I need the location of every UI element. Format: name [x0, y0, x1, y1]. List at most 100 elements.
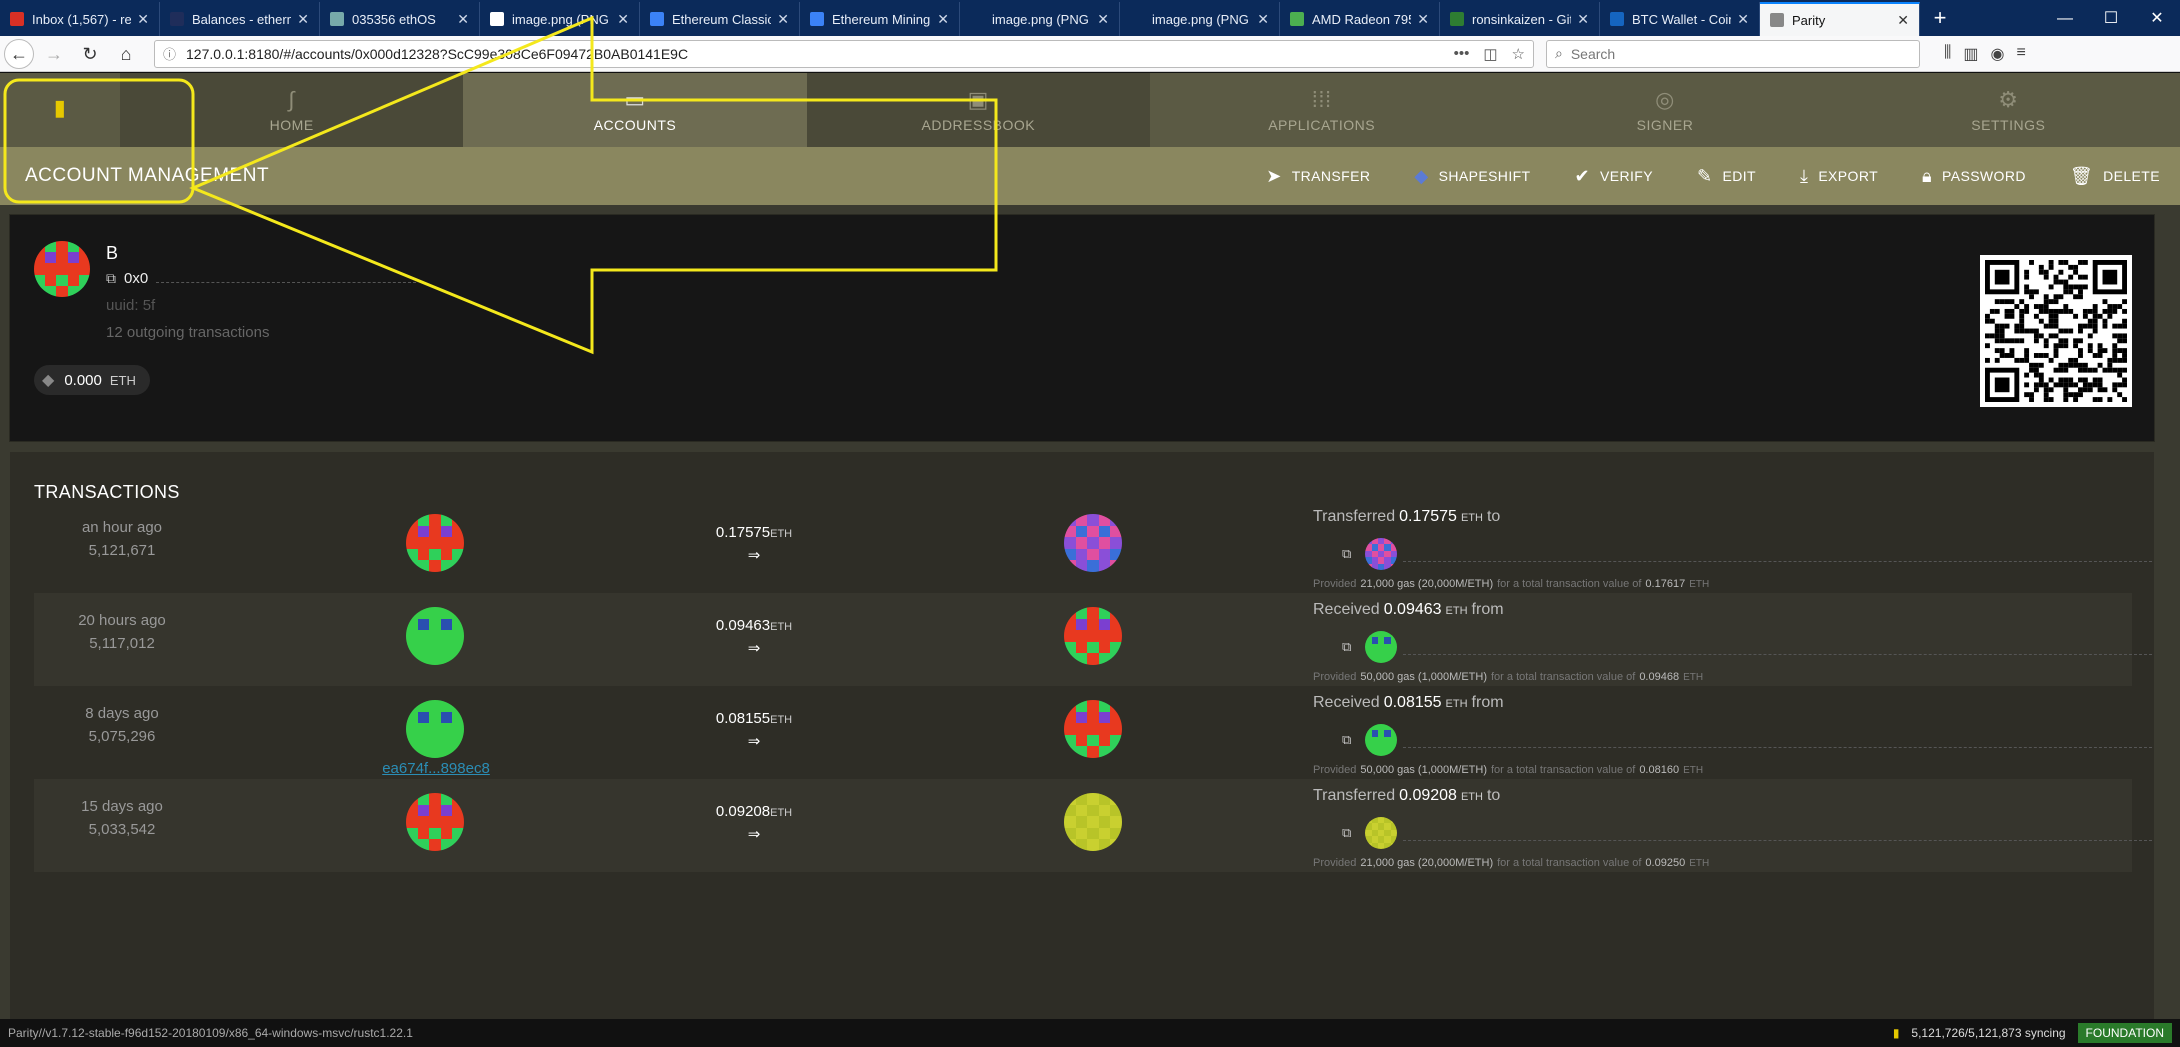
home-icon[interactable]: ⌂ [110, 38, 142, 70]
browser-tab[interactable]: Ethereum Classic (✕ [640, 2, 800, 36]
tx-to-avatar[interactable] [1064, 700, 1122, 758]
tx-from-avatar[interactable] [406, 514, 464, 572]
close-tab-icon[interactable]: ✕ [1097, 11, 1109, 28]
close-tab-icon[interactable]: ✕ [1897, 12, 1909, 29]
copy-icon[interactable]: ⧉ [106, 270, 116, 287]
password-button[interactable]: 🔒︎ PASSWORD [1922, 166, 2026, 187]
close-tab-icon[interactable]: ✕ [1737, 11, 1749, 28]
delete-button[interactable]: 🗑︎ DELETE [2070, 166, 2160, 187]
nav-applications[interactable]: ⁞⁞⁞ APPLICATIONS [1150, 73, 1493, 147]
qr-module [2019, 357, 2025, 363]
gas-amount: 50,000 gas (1,000M/ETH) [1360, 671, 1487, 683]
minimize-icon[interactable]: — [2042, 2, 2088, 36]
page-actions-icon[interactable]: ••• [1454, 45, 1470, 62]
shapeshift-label: SHAPESHIFT [1438, 168, 1531, 184]
nav-accounts[interactable]: ▭ ACCOUNTS [463, 73, 807, 147]
url-bar[interactable]: ⓘ 127.0.0.1:8180/#/accounts/0x000d12328?… [154, 39, 1534, 68]
qr-module [2122, 338, 2127, 344]
copy-icon[interactable]: ⧉ [1342, 639, 1351, 655]
avatar-pixel [34, 263, 46, 275]
shapeshift-button[interactable]: ◆ SHAPESHIFT [1414, 166, 1530, 187]
url-text[interactable]: 127.0.0.1:8180/#/accounts/0x000d12328?Sc… [186, 46, 1440, 62]
tx-from-avatar[interactable] [406, 700, 464, 758]
browser-tab[interactable]: Ethereum Mining F ✕ [800, 2, 960, 36]
tx-to-avatar[interactable] [1064, 793, 1122, 851]
qr-module [2058, 338, 2064, 344]
browser-tab[interactable]: image.png (PNG Image ✕ [960, 2, 1120, 36]
close-window-icon[interactable]: ✕ [2134, 2, 2180, 36]
tx-from-avatar[interactable] [406, 793, 464, 851]
edit-button[interactable]: ✎ EDIT [1697, 166, 1756, 187]
close-tab-icon[interactable]: ✕ [937, 11, 949, 28]
browser-tab[interactable]: image.png (PNG Image ✕ [1120, 2, 1280, 36]
qr-module [2112, 367, 2118, 373]
forward-icon[interactable]: → [38, 38, 70, 70]
close-tab-icon[interactable]: ✕ [777, 11, 789, 28]
avatar-pixel [452, 560, 464, 572]
qr-module [1994, 299, 2000, 305]
browser-tab[interactable]: image.png (PNG Im ✕ [480, 2, 640, 36]
tx-hash-link[interactable]: ea674f...898ec8 [374, 760, 498, 777]
copy-icon[interactable]: ⧉ [1342, 546, 1351, 562]
close-tab-icon[interactable]: ✕ [1417, 11, 1429, 28]
qr-module [1985, 333, 1990, 339]
maximize-icon[interactable]: ☐ [2088, 2, 2134, 36]
close-tab-icon[interactable]: ✕ [617, 11, 629, 28]
export-button[interactable]: ⤓ EXPORT [1800, 166, 1878, 187]
browser-tab[interactable]: BTC Wallet - Coinb ✕ [1600, 2, 1760, 36]
browser-tab[interactable]: Parity ✕ [1760, 2, 1920, 36]
verify-button[interactable]: ✔ VERIFY [1575, 166, 1653, 187]
library-icon[interactable]: ⫼ [1944, 44, 1951, 64]
nav-home[interactable]: ∫ HOME [120, 73, 464, 147]
info-icon[interactable]: ⓘ [163, 44, 176, 63]
avatar-pixel [417, 816, 430, 828]
close-tab-icon[interactable]: ✕ [1257, 11, 1269, 28]
parity-logo[interactable]: ▮ [0, 73, 120, 147]
search-input[interactable]: ⌕ Search [1546, 39, 1920, 68]
avatar-pixel [1087, 560, 1099, 572]
avatar-pixel [406, 793, 418, 805]
reload-icon[interactable]: ↻ [74, 38, 106, 70]
avatar-pixel [417, 514, 430, 526]
copy-icon[interactable]: ⧉ [1342, 732, 1351, 748]
avatar-pixel [67, 285, 79, 297]
nav-settings[interactable]: ⚙ SETTINGS [1837, 73, 2180, 147]
qr-module [2063, 367, 2069, 373]
tx-to-avatar[interactable] [1064, 514, 1122, 572]
counterparty-avatar [1365, 724, 1398, 756]
browser-tab[interactable]: AMD Radeon 7950 ✕ [1280, 2, 1440, 36]
copy-icon[interactable]: ⧉ [1342, 825, 1351, 841]
sidebar-icon[interactable]: ▥ [1963, 44, 1978, 64]
close-tab-icon[interactable]: ✕ [297, 11, 309, 28]
avatar-pixel [406, 804, 418, 817]
qr-module [2048, 264, 2054, 270]
qr-module [2004, 299, 2010, 305]
account-name[interactable]: B [106, 243, 118, 264]
nav-addressbook[interactable]: ▣ ADDRESSBOOK [806, 73, 1150, 147]
extension-icon[interactable]: ◉ [1991, 44, 2005, 64]
back-icon[interactable]: ← [4, 38, 34, 69]
close-tab-icon[interactable]: ✕ [457, 11, 469, 28]
browser-tab[interactable]: 035356 ethOS ✕ [320, 2, 480, 36]
pocket-icon[interactable]: ◫ [1483, 45, 1497, 63]
nav-signer[interactable]: ◎ SIGNER [1493, 73, 1836, 147]
avatar-pixel [417, 734, 430, 747]
avatar-pixel [1064, 653, 1076, 665]
qr-module [2107, 362, 2113, 368]
browser-tab[interactable]: ronsinkaizen - Git ✕ [1440, 2, 1600, 36]
tab-label: image.png (PNG Im [512, 11, 611, 27]
menu-icon[interactable]: ≡ [2016, 44, 2025, 64]
tx-from-avatar[interactable] [406, 607, 464, 665]
transfer-button[interactable]: ➤ TRANSFER [1266, 166, 1370, 187]
tx-to-avatar[interactable] [1064, 607, 1122, 665]
browser-tab[interactable]: Balances - etherm ✕ [160, 2, 320, 36]
qr-module [2097, 362, 2103, 368]
close-tab-icon[interactable]: ✕ [137, 11, 149, 28]
avatar-pixel [417, 618, 430, 631]
avatar-pixel [1098, 827, 1111, 840]
browser-tab[interactable]: Inbox (1,567) - reid ✕ [0, 2, 160, 36]
bookmark-star-icon[interactable]: ☆ [1512, 45, 1525, 63]
qr-module [2048, 313, 2054, 319]
close-tab-icon[interactable]: ✕ [1577, 11, 1589, 28]
new-tab-button[interactable]: + [1920, 2, 1960, 36]
